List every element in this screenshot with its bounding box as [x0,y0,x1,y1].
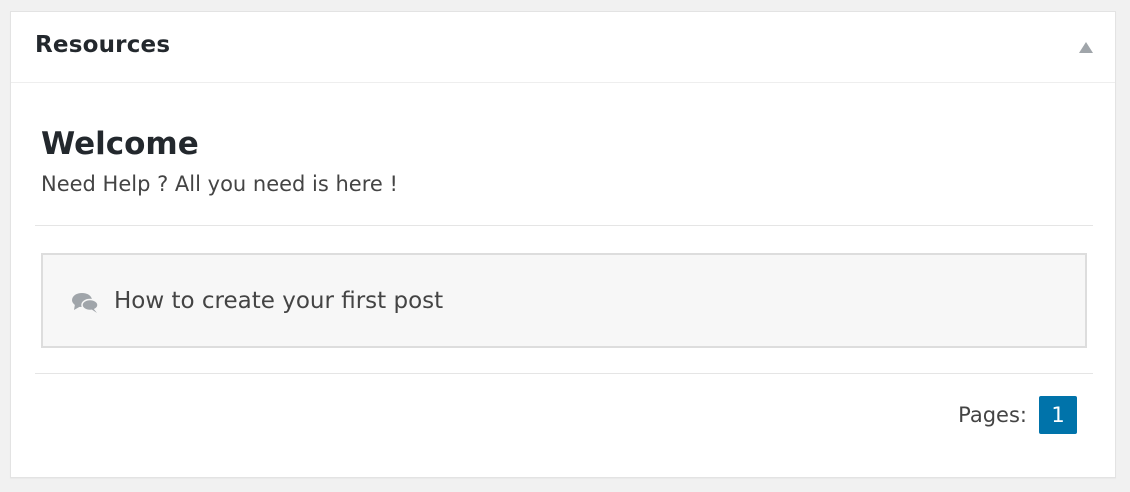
collapse-toggle-button[interactable] [1077,39,1095,57]
welcome-section: Welcome Need Help ? All you need is here… [41,124,398,198]
comments-icon [72,293,99,313]
triangle-up-icon [1079,42,1093,53]
widget-header: Resources [11,12,1115,83]
pages-label: Pages: [958,403,1027,427]
pagination: Pages: 1 [958,396,1077,434]
post-link-label: How to create your first post [114,288,444,314]
widget-title: Resources [35,32,171,58]
divider [35,225,1093,226]
post-link-first-post[interactable]: How to create your first post [41,253,1087,348]
page-number-button[interactable]: 1 [1039,396,1077,434]
resources-widget: Resources Welcome Need Help ? All you ne… [10,11,1116,478]
divider [35,373,1093,374]
welcome-subtitle: Need Help ? All you need is here ! [41,172,398,196]
welcome-heading: Welcome [41,126,199,162]
